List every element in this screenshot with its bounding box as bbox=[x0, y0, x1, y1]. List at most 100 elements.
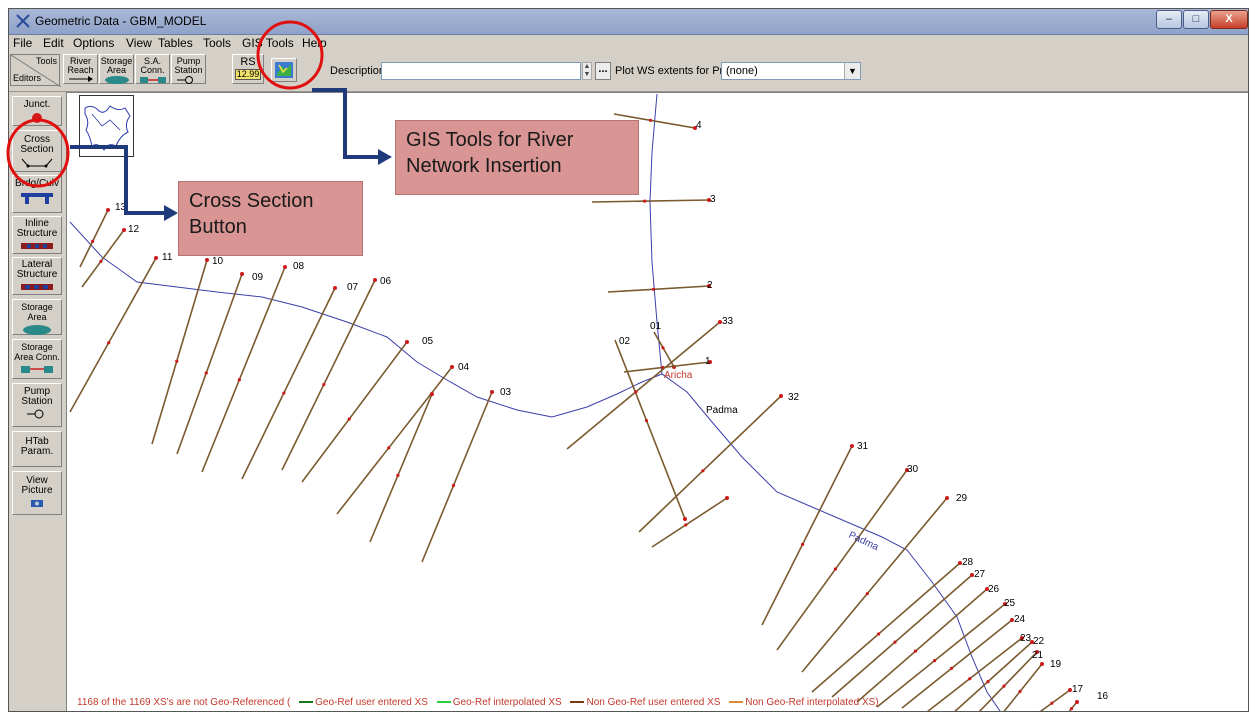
chevron-down-icon[interactable]: ▼ bbox=[844, 63, 860, 79]
menu-tools[interactable]: Tools bbox=[203, 36, 231, 50]
river-reach-button[interactable]: River Reach bbox=[63, 54, 98, 84]
cross-section-bank-point bbox=[387, 446, 391, 450]
tools-editors-corner: Tools Editors bbox=[10, 54, 61, 87]
menu-options[interactable]: Options bbox=[73, 36, 114, 50]
storage-area-conn-icon bbox=[21, 366, 53, 373]
minimize-button[interactable]: – bbox=[1156, 10, 1182, 29]
cross-section-label: 05 bbox=[422, 336, 434, 347]
cross-section-label: 12 bbox=[128, 224, 140, 235]
pump-station-button[interactable]: Pump Station bbox=[171, 54, 206, 84]
cross-section-endpoint bbox=[450, 365, 454, 369]
junction-button[interactable]: Junct. bbox=[12, 96, 62, 126]
menu-file[interactable]: File bbox=[13, 36, 32, 50]
storage-area-side-button[interactable]: Storage Area bbox=[12, 299, 62, 335]
cross-section-bank-point bbox=[933, 659, 937, 663]
cross-section-label: 22 bbox=[1033, 636, 1045, 647]
cross-section-bank-point bbox=[651, 287, 656, 291]
cross-section-label: Cross Section bbox=[20, 134, 54, 155]
pump-station-icon bbox=[27, 409, 44, 419]
cross-section-label: 09 bbox=[252, 272, 264, 283]
close-button[interactable]: X bbox=[1210, 10, 1248, 29]
storage-area-icon bbox=[104, 76, 129, 84]
description-input[interactable] bbox=[381, 62, 581, 80]
geometric-data-window: Geometric Data - GBM_MODEL – □ X File Ed… bbox=[8, 8, 1249, 712]
cross-section-bank-point bbox=[684, 523, 688, 527]
menu-edit[interactable]: Edit bbox=[43, 36, 64, 50]
river-name-label: Aricha bbox=[664, 370, 693, 381]
inline-structure-button[interactable]: Inline Structure bbox=[12, 216, 62, 254]
georef-status-bar: 1168 of the 1169 XS's are not Geo-Refere… bbox=[77, 697, 879, 708]
lateral-structure-button[interactable]: Lateral Structure bbox=[12, 257, 62, 295]
menu-view[interactable]: View bbox=[126, 36, 152, 50]
cross-section-bank-point bbox=[893, 640, 897, 644]
cross-section-line bbox=[607, 285, 710, 293]
inline-structure-label: Inline Structure bbox=[16, 218, 58, 239]
menu-help[interactable]: Help bbox=[302, 36, 327, 50]
cross-section-bank-point bbox=[865, 592, 869, 596]
cross-section-label: 21 bbox=[1032, 650, 1044, 661]
menu-tables[interactable]: Tables bbox=[158, 36, 193, 50]
cross-section-label: 11 bbox=[162, 252, 173, 263]
georef-status-text: 1168 of the 1169 XS's are not Geo-Refere… bbox=[77, 697, 291, 708]
cross-section-bank-point bbox=[949, 666, 954, 671]
cross-section-label: 02 bbox=[619, 336, 631, 347]
storage-area-side-label: Storage Area bbox=[21, 302, 53, 322]
legend-label-geo-ref-interp: Geo-Ref interpolated XS bbox=[452, 697, 562, 708]
tributary-centerline bbox=[649, 93, 663, 375]
gis-tools-map-button[interactable] bbox=[271, 58, 297, 82]
cross-section-line bbox=[281, 279, 376, 471]
cross-section-bank-point bbox=[1018, 689, 1022, 694]
cross-section-icon bbox=[21, 158, 53, 168]
cross-section-label: 23 bbox=[1020, 633, 1032, 644]
storage-area-conn-side-label: Storage Area Conn. bbox=[14, 342, 60, 362]
pump-station-side-button[interactable]: Pump Station bbox=[12, 383, 62, 427]
cross-section-label: 2 bbox=[707, 280, 713, 291]
htab-param-button[interactable]: HTab Param. bbox=[12, 431, 62, 467]
cross-section-endpoint bbox=[430, 392, 434, 396]
cross-section-callout: Cross Section Button bbox=[178, 181, 363, 256]
cross-section-label: 07 bbox=[347, 282, 359, 293]
menu-gis-tools[interactable]: GIS Tools bbox=[242, 36, 294, 50]
cross-section-label: 01 bbox=[650, 321, 662, 332]
cross-section-bank-point bbox=[322, 382, 326, 387]
cross-section-line bbox=[81, 229, 125, 288]
cross-section-endpoint bbox=[154, 256, 158, 260]
rs-button[interactable]: RS 12.99 bbox=[232, 54, 264, 84]
editor-sidebar: Junct. Cross Section Brdg/Culv Inline St… bbox=[9, 92, 66, 711]
gis-tools-callout-text: GIS Tools for River Network Insertion bbox=[406, 129, 574, 177]
cross-section-line bbox=[638, 395, 782, 533]
cross-section-line bbox=[831, 574, 973, 698]
cross-section-label: 24 bbox=[1014, 614, 1026, 625]
cross-section-bank-point bbox=[396, 473, 400, 477]
pump-station-label-2: Station bbox=[174, 65, 203, 75]
cross-section-bank-point bbox=[282, 391, 286, 395]
sa-conn-label-2: Conn. bbox=[140, 65, 165, 75]
cross-section-label: 26 bbox=[988, 584, 1000, 595]
cross-section-bank-point bbox=[833, 567, 838, 571]
cross-section-bank-point bbox=[347, 417, 351, 421]
view-picture-button[interactable]: View Picture bbox=[12, 471, 62, 515]
profile-select-value: (none) bbox=[726, 65, 758, 77]
cross-section-label: 33 bbox=[722, 316, 734, 327]
cross-section-bank-point bbox=[701, 469, 705, 473]
storage-area-conn-side-button[interactable]: Storage Area Conn. bbox=[12, 339, 62, 379]
ellipsis-button[interactable]: ... bbox=[595, 62, 611, 80]
tools-label: Tools bbox=[35, 56, 57, 66]
legend-label-non-geo-user: Non Geo-Ref user entered XS bbox=[586, 697, 721, 708]
cross-section-bank-point bbox=[99, 259, 103, 263]
cross-section-endpoint bbox=[106, 208, 110, 212]
description-spinner[interactable]: ▲ ▼ bbox=[582, 62, 592, 80]
storage-area-button[interactable]: Storage Area bbox=[99, 54, 134, 84]
sa-conn-button[interactable]: S.A. Conn. bbox=[135, 54, 170, 84]
cross-section-endpoint bbox=[283, 265, 287, 269]
profile-select[interactable]: (none) ▼ bbox=[721, 62, 861, 80]
arrow-right-icon bbox=[68, 76, 93, 82]
storage-area-label-2: Area bbox=[106, 65, 126, 75]
cross-section-line bbox=[591, 199, 710, 203]
maximize-button[interactable]: □ bbox=[1183, 10, 1209, 29]
legend-label-non-geo-interp: Non Geo-Ref interpolated XS) bbox=[745, 697, 879, 708]
cross-section-button[interactable]: Cross Section bbox=[12, 130, 62, 172]
bridge-culvert-button[interactable]: Brdg/Culv bbox=[12, 175, 62, 213]
window-title: Geometric Data - GBM_MODEL bbox=[35, 14, 207, 28]
cross-section-endpoint bbox=[1040, 662, 1044, 666]
